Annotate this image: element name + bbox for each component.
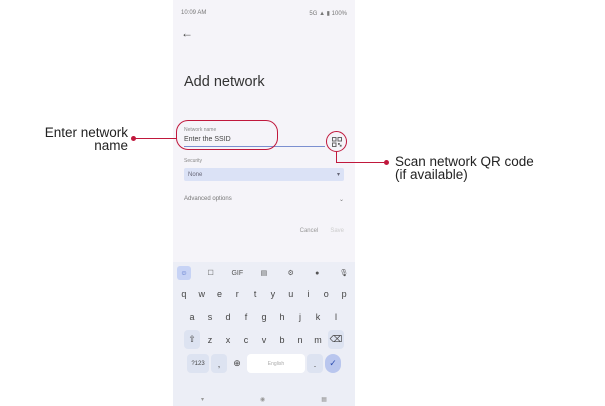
- key-j[interactable]: j: [292, 307, 308, 326]
- page-title: Add network: [184, 74, 265, 90]
- chevron-down-icon: ⌄: [338, 197, 344, 203]
- advanced-options[interactable]: Advanced options ⌄: [184, 196, 344, 203]
- cancel-button[interactable]: Cancel: [300, 228, 319, 234]
- gif-button[interactable]: GIF: [230, 266, 244, 280]
- key-l[interactable]: l: [328, 307, 344, 326]
- space-bar[interactable]: English: [247, 354, 305, 373]
- callout-left: Enter network name: [0, 126, 128, 153]
- palette-icon[interactable]: ●: [310, 266, 324, 280]
- key-c[interactable]: c: [238, 330, 254, 349]
- key-k[interactable]: k: [310, 307, 326, 326]
- mic-icon[interactable]: 🎙: [337, 266, 351, 280]
- phone-screen: 10:09 AM 5G ▲ ▮ 100% ← Add network Netwo…: [173, 0, 355, 406]
- key-s[interactable]: s: [202, 307, 218, 326]
- callout-line-right: [336, 162, 386, 163]
- status-time: 10:09 AM: [181, 10, 207, 16]
- dialog-actions: Cancel Save: [300, 228, 344, 234]
- callout-dot-left: [131, 136, 136, 141]
- key-y[interactable]: y: [265, 284, 281, 303]
- keyboard-row-2: asdfghjkl: [176, 307, 352, 326]
- security-value: None: [188, 171, 203, 178]
- key-p[interactable]: p: [336, 284, 352, 303]
- key-t[interactable]: t: [247, 284, 263, 303]
- key-i[interactable]: i: [301, 284, 317, 303]
- on-screen-keyboard: ☺ ☐ GIF ▤ ⚙ ● 🎙 qwertyuiop asdfghjkl ⇧ z…: [173, 262, 355, 406]
- keyboard-row-3-letters: zxcvbnm: [202, 330, 326, 349]
- keyboard-row-4: ?123 , ⊕ English . ✓: [176, 354, 352, 373]
- emoji-icon[interactable]: ☺: [177, 266, 191, 280]
- check-icon[interactable]: ✓: [325, 354, 341, 373]
- key-e[interactable]: e: [212, 284, 228, 303]
- status-indicators: 5G ▲ ▮ 100%: [309, 10, 347, 17]
- qr-highlight: [326, 131, 347, 152]
- callout-line-right-vertical: [336, 152, 337, 162]
- chevron-down-icon: ▾: [336, 172, 340, 178]
- keyboard-row-1: qwertyuiop: [176, 284, 352, 303]
- key-b[interactable]: b: [274, 330, 290, 349]
- keyboard-toolbar: ☺ ☐ GIF ▤ ⚙ ● 🎙: [177, 266, 351, 280]
- globe-icon[interactable]: ⊕: [229, 354, 245, 373]
- key-d[interactable]: d: [220, 307, 236, 326]
- key-o[interactable]: o: [318, 284, 334, 303]
- network-name-highlight: [176, 120, 278, 150]
- key-u[interactable]: u: [283, 284, 299, 303]
- security-dropdown[interactable]: None ▾: [184, 168, 344, 181]
- key-q[interactable]: q: [176, 284, 192, 303]
- nav-back-icon[interactable]: ▾: [201, 396, 204, 403]
- key-z[interactable]: z: [202, 330, 218, 349]
- callout-dot-right: [384, 160, 389, 165]
- key-x[interactable]: x: [220, 330, 236, 349]
- save-button[interactable]: Save: [330, 228, 344, 234]
- nav-home-icon[interactable]: ◉: [260, 396, 265, 403]
- key-f[interactable]: f: [238, 307, 254, 326]
- symbols-key[interactable]: ?123: [187, 354, 209, 373]
- key-v[interactable]: v: [256, 330, 272, 349]
- key-g[interactable]: g: [256, 307, 272, 326]
- period-key[interactable]: .: [307, 354, 323, 373]
- keyboard-row-3: ⇧ zxcvbnm ⌫: [176, 330, 352, 349]
- key-w[interactable]: w: [194, 284, 210, 303]
- advanced-options-label: Advanced options: [184, 196, 232, 202]
- callout-left-line2: name: [94, 138, 128, 153]
- status-bar: 10:09 AM 5G ▲ ▮ 100%: [181, 8, 347, 18]
- key-a[interactable]: a: [184, 307, 200, 326]
- security-label: Security: [184, 158, 203, 164]
- gear-icon[interactable]: ⚙: [284, 266, 298, 280]
- key-m[interactable]: m: [310, 330, 326, 349]
- comma-icon[interactable]: ,: [211, 354, 227, 373]
- clipboard-icon[interactable]: ▤: [257, 266, 271, 280]
- shift-icon[interactable]: ⇧: [184, 330, 200, 349]
- back-arrow-icon[interactable]: ←: [181, 26, 193, 40]
- nav-recents-icon[interactable]: ▦: [321, 396, 327, 403]
- key-n[interactable]: n: [292, 330, 308, 349]
- key-h[interactable]: h: [274, 307, 290, 326]
- callout-right-line2: (if available): [395, 167, 468, 182]
- backspace-icon[interactable]: ⌫: [328, 330, 344, 349]
- sticker-icon[interactable]: ☐: [204, 266, 218, 280]
- key-r[interactable]: r: [229, 284, 245, 303]
- navigation-bar: ▾ ◉ ▦: [173, 394, 355, 404]
- callout-right: Scan network QR code (if available): [395, 155, 605, 182]
- callout-line-left: [135, 138, 177, 139]
